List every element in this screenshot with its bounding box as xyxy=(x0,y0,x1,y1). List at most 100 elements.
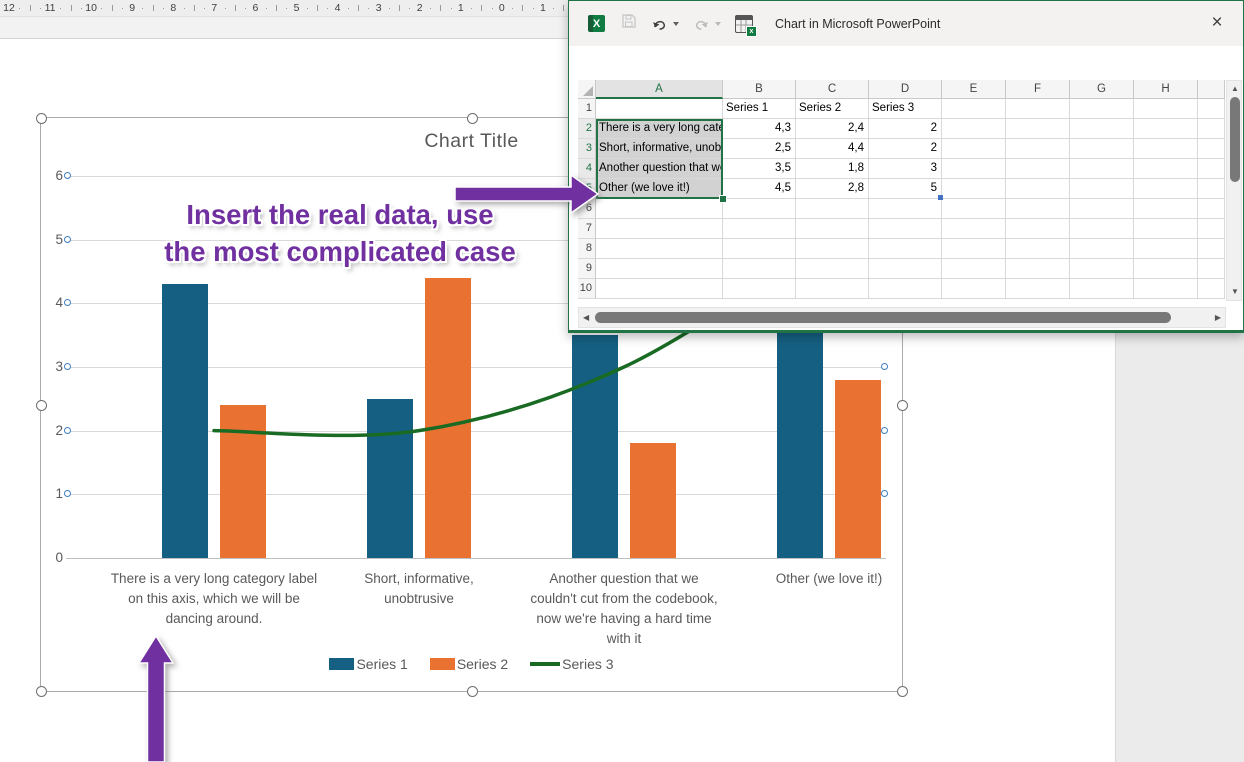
cell-E9[interactable] xyxy=(942,259,1006,279)
chart-resize-handle[interactable] xyxy=(36,113,47,124)
cell-E7[interactable] xyxy=(942,219,1006,239)
cell-C6[interactable] xyxy=(796,199,869,219)
horizontal-scrollbar[interactable]: ◀ ▶ xyxy=(578,307,1226,328)
cell-G7[interactable] xyxy=(1070,219,1134,239)
cell-G1[interactable] xyxy=(1070,99,1134,119)
vertical-scrollbar[interactable]: ▲ ▼ xyxy=(1226,80,1242,301)
cell-G10[interactable] xyxy=(1070,279,1134,299)
col-header-H[interactable]: H xyxy=(1134,80,1198,99)
cell-A3[interactable]: Short, informative, unobtrusive xyxy=(596,139,723,159)
cell-D10[interactable] xyxy=(869,279,942,299)
cell-A1[interactable] xyxy=(596,99,723,119)
row-header-5[interactable]: 5 xyxy=(578,179,596,199)
cell-C8[interactable] xyxy=(796,239,869,259)
cell-D3[interactable]: 2 xyxy=(869,139,942,159)
chart-resize-handle[interactable] xyxy=(36,686,47,697)
cell-F10[interactable] xyxy=(1006,279,1070,299)
cell-partial-1[interactable] xyxy=(1198,99,1225,119)
col-header-B[interactable]: B xyxy=(723,80,796,99)
cell-E8[interactable] xyxy=(942,239,1006,259)
cell-D7[interactable] xyxy=(869,219,942,239)
row-header-1[interactable]: 1 xyxy=(578,99,596,119)
cell-A6[interactable] xyxy=(596,199,723,219)
undo-dropdown-caret[interactable] xyxy=(673,22,679,26)
row-header-4[interactable]: 4 xyxy=(578,159,596,179)
cell-C2[interactable]: 2,4 xyxy=(796,119,869,139)
cell-partial-3[interactable] xyxy=(1198,139,1225,159)
cell-C4[interactable]: 1,8 xyxy=(796,159,869,179)
cell-partial-8[interactable] xyxy=(1198,239,1225,259)
cell-E5[interactable] xyxy=(942,179,1006,199)
data-range-handle[interactable] xyxy=(938,195,943,200)
cell-A5[interactable]: Other (we love it!) xyxy=(596,179,723,199)
cell-partial-2[interactable] xyxy=(1198,119,1225,139)
cell-C7[interactable] xyxy=(796,219,869,239)
cell-C3[interactable]: 4,4 xyxy=(796,139,869,159)
col-header-A[interactable]: A xyxy=(596,80,723,99)
col-header-E[interactable]: E xyxy=(942,80,1006,99)
cell-H8[interactable] xyxy=(1134,239,1198,259)
undo-button[interactable] xyxy=(651,16,679,32)
legend-item-series3[interactable]: Series 3 xyxy=(530,656,613,672)
cell-D2[interactable]: 2 xyxy=(869,119,942,139)
cell-F3[interactable] xyxy=(1006,139,1070,159)
cell-F9[interactable] xyxy=(1006,259,1070,279)
cell-G9[interactable] xyxy=(1070,259,1134,279)
horizontal-scroll-thumb[interactable] xyxy=(595,312,1171,323)
cell-H10[interactable] xyxy=(1134,279,1198,299)
cell-A10[interactable] xyxy=(596,279,723,299)
cell-F1[interactable] xyxy=(1006,99,1070,119)
cell-B5[interactable]: 4,5 xyxy=(723,179,796,199)
cell-D1[interactable]: Series 3 xyxy=(869,99,942,119)
cell-A2[interactable]: There is a very long category label on t… xyxy=(596,119,723,139)
chart-resize-handle[interactable] xyxy=(897,686,908,697)
cell-partial-5[interactable] xyxy=(1198,179,1225,199)
redo-button[interactable] xyxy=(693,16,721,32)
cell-D6[interactable] xyxy=(869,199,942,219)
row-header-9[interactable]: 9 xyxy=(578,259,596,279)
save-icon[interactable] xyxy=(621,13,637,34)
cell-H6[interactable] xyxy=(1134,199,1198,219)
cell-B7[interactable] xyxy=(723,219,796,239)
cell-C9[interactable] xyxy=(796,259,869,279)
legend-item-series2[interactable]: Series 2 xyxy=(430,656,508,672)
cell-A9[interactable] xyxy=(596,259,723,279)
cell-C10[interactable] xyxy=(796,279,869,299)
cell-F8[interactable] xyxy=(1006,239,1070,259)
cell-B1[interactable]: Series 1 xyxy=(723,99,796,119)
scroll-down-icon[interactable]: ▼ xyxy=(1231,287,1239,297)
cell-partial-10[interactable] xyxy=(1198,279,1225,299)
cell-E6[interactable] xyxy=(942,199,1006,219)
col-header-partial[interactable] xyxy=(1198,80,1225,99)
edit-data-in-excel-icon[interactable]: x xyxy=(735,15,753,33)
cell-F2[interactable] xyxy=(1006,119,1070,139)
cell-E1[interactable] xyxy=(942,99,1006,119)
cell-H2[interactable] xyxy=(1134,119,1198,139)
cell-H9[interactable] xyxy=(1134,259,1198,279)
scroll-up-icon[interactable]: ▲ xyxy=(1231,84,1239,94)
cell-A8[interactable] xyxy=(596,239,723,259)
select-all-corner[interactable] xyxy=(578,80,596,99)
cell-H5[interactable] xyxy=(1134,179,1198,199)
row-header-7[interactable]: 7 xyxy=(578,219,596,239)
col-header-D[interactable]: D xyxy=(869,80,942,99)
cell-B6[interactable] xyxy=(723,199,796,219)
cell-F4[interactable] xyxy=(1006,159,1070,179)
col-header-G[interactable]: G xyxy=(1070,80,1134,99)
cell-E4[interactable] xyxy=(942,159,1006,179)
cell-A7[interactable] xyxy=(596,219,723,239)
cell-G8[interactable] xyxy=(1070,239,1134,259)
cell-H3[interactable] xyxy=(1134,139,1198,159)
chart-resize-handle[interactable] xyxy=(897,400,908,411)
cell-A4[interactable]: Another question that we couldn't cut fr… xyxy=(596,159,723,179)
cell-G6[interactable] xyxy=(1070,199,1134,219)
cell-E10[interactable] xyxy=(942,279,1006,299)
cell-G5[interactable] xyxy=(1070,179,1134,199)
legend-item-series1[interactable]: Series 1 xyxy=(329,656,407,672)
row-header-6[interactable]: 6 xyxy=(578,199,596,219)
cell-B10[interactable] xyxy=(723,279,796,299)
cell-C1[interactable]: Series 2 xyxy=(796,99,869,119)
row-header-2[interactable]: 2 xyxy=(578,119,596,139)
cell-B9[interactable] xyxy=(723,259,796,279)
cell-G2[interactable] xyxy=(1070,119,1134,139)
